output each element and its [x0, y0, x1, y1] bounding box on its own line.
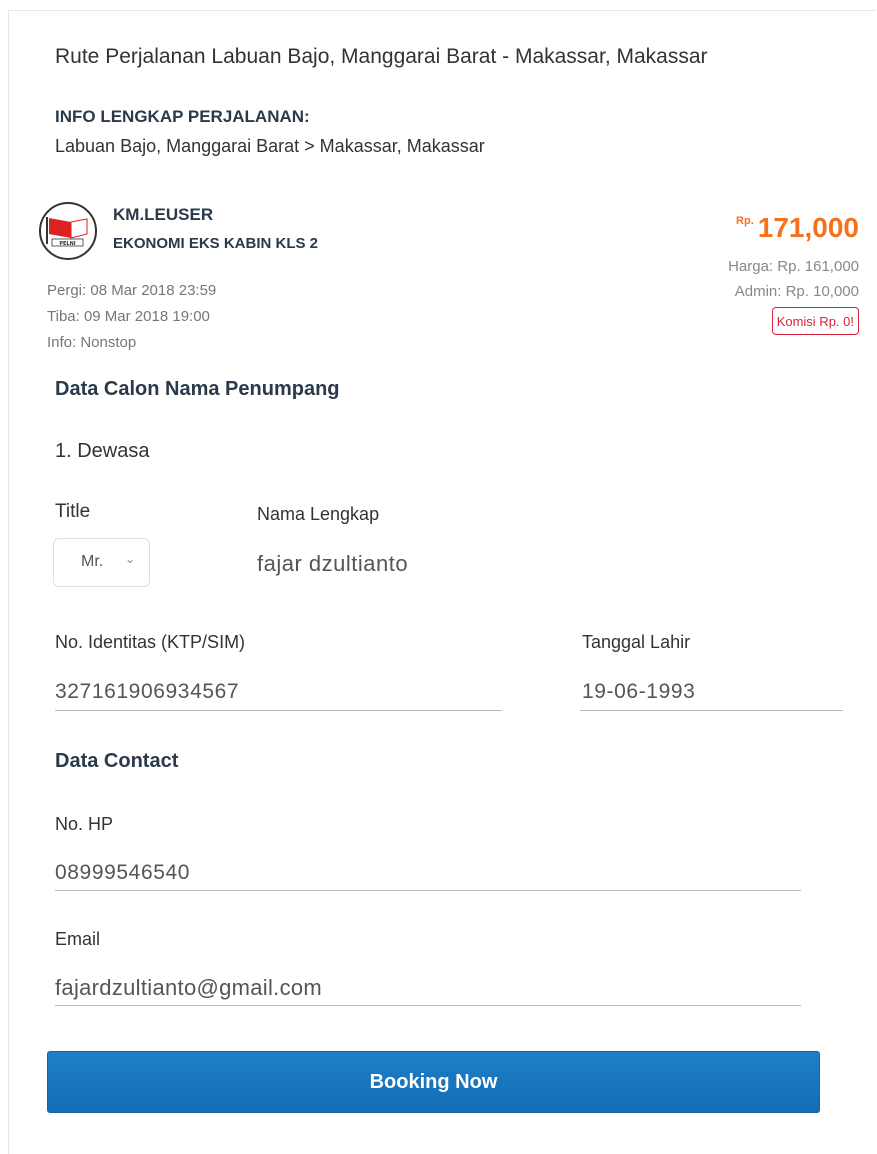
title-label: Title	[55, 501, 91, 522]
dob-underline	[580, 710, 843, 711]
name-input[interactable]: fajar dzultianto	[257, 551, 408, 577]
ship-name: KM.LEUSER	[113, 205, 214, 224]
price-harga: Harga: Rp. 161,000	[728, 258, 859, 275]
passenger-section-title: Data Calon Nama Penumpang	[55, 378, 340, 400]
trip-info-route: Labuan Bajo, Manggarai Barat > Makassar,…	[55, 136, 485, 156]
email-underline	[55, 1005, 801, 1006]
chevron-down-icon: ⌄	[125, 552, 136, 566]
booking-now-button[interactable]: Booking Now	[47, 1051, 820, 1113]
dob-input[interactable]: 19-06-1993	[582, 680, 695, 704]
title-select[interactable]: Mr. ⌄	[53, 538, 150, 587]
id-number-underline	[55, 710, 502, 711]
trip-info-title: INFO LENGKAP PERJALANAN:	[55, 107, 310, 126]
pelni-logo-icon: PELNI	[39, 202, 97, 260]
phone-underline	[55, 890, 801, 891]
email-label: Email	[55, 929, 101, 949]
price-currency: Rp.	[736, 215, 754, 227]
passenger-type: 1. Dewasa	[55, 440, 150, 462]
total-price: Rp. 171,000	[736, 212, 859, 244]
ship-class: EKONOMI EKS KABIN KLS 2	[113, 235, 319, 252]
dob-label: Tanggal Lahir	[582, 632, 691, 652]
contact-section-title: Data Contact	[55, 750, 179, 772]
logo-text: PELNI	[59, 241, 75, 247]
route-header: Rute Perjalanan Labuan Bajo, Manggarai B…	[55, 45, 708, 68]
id-number-input[interactable]: 327161906934567	[55, 680, 239, 704]
price-admin: Admin: Rp. 10,000	[734, 283, 859, 300]
komisi-badge: Komisi Rp. 0!	[771, 307, 859, 335]
phone-input[interactable]: 08999546540	[55, 861, 190, 885]
price-value: 171,000	[757, 212, 859, 243]
trip-type-info: Info: Nonstop	[47, 334, 137, 351]
name-label: Nama Lengkap	[257, 504, 380, 524]
id-number-label: No. Identitas (KTP/SIM)	[55, 632, 246, 652]
email-input[interactable]: fajardzultianto@gmail.com	[55, 975, 322, 1001]
departure-time: Pergi: 08 Mar 2018 23:59	[47, 282, 217, 299]
title-select-value: Mr.	[81, 553, 104, 570]
phone-label: No. HP	[55, 814, 114, 834]
booking-card: Rute Perjalanan Labuan Bajo, Manggarai B…	[8, 10, 876, 1154]
arrival-time: Tiba: 09 Mar 2018 19:00	[47, 308, 210, 325]
